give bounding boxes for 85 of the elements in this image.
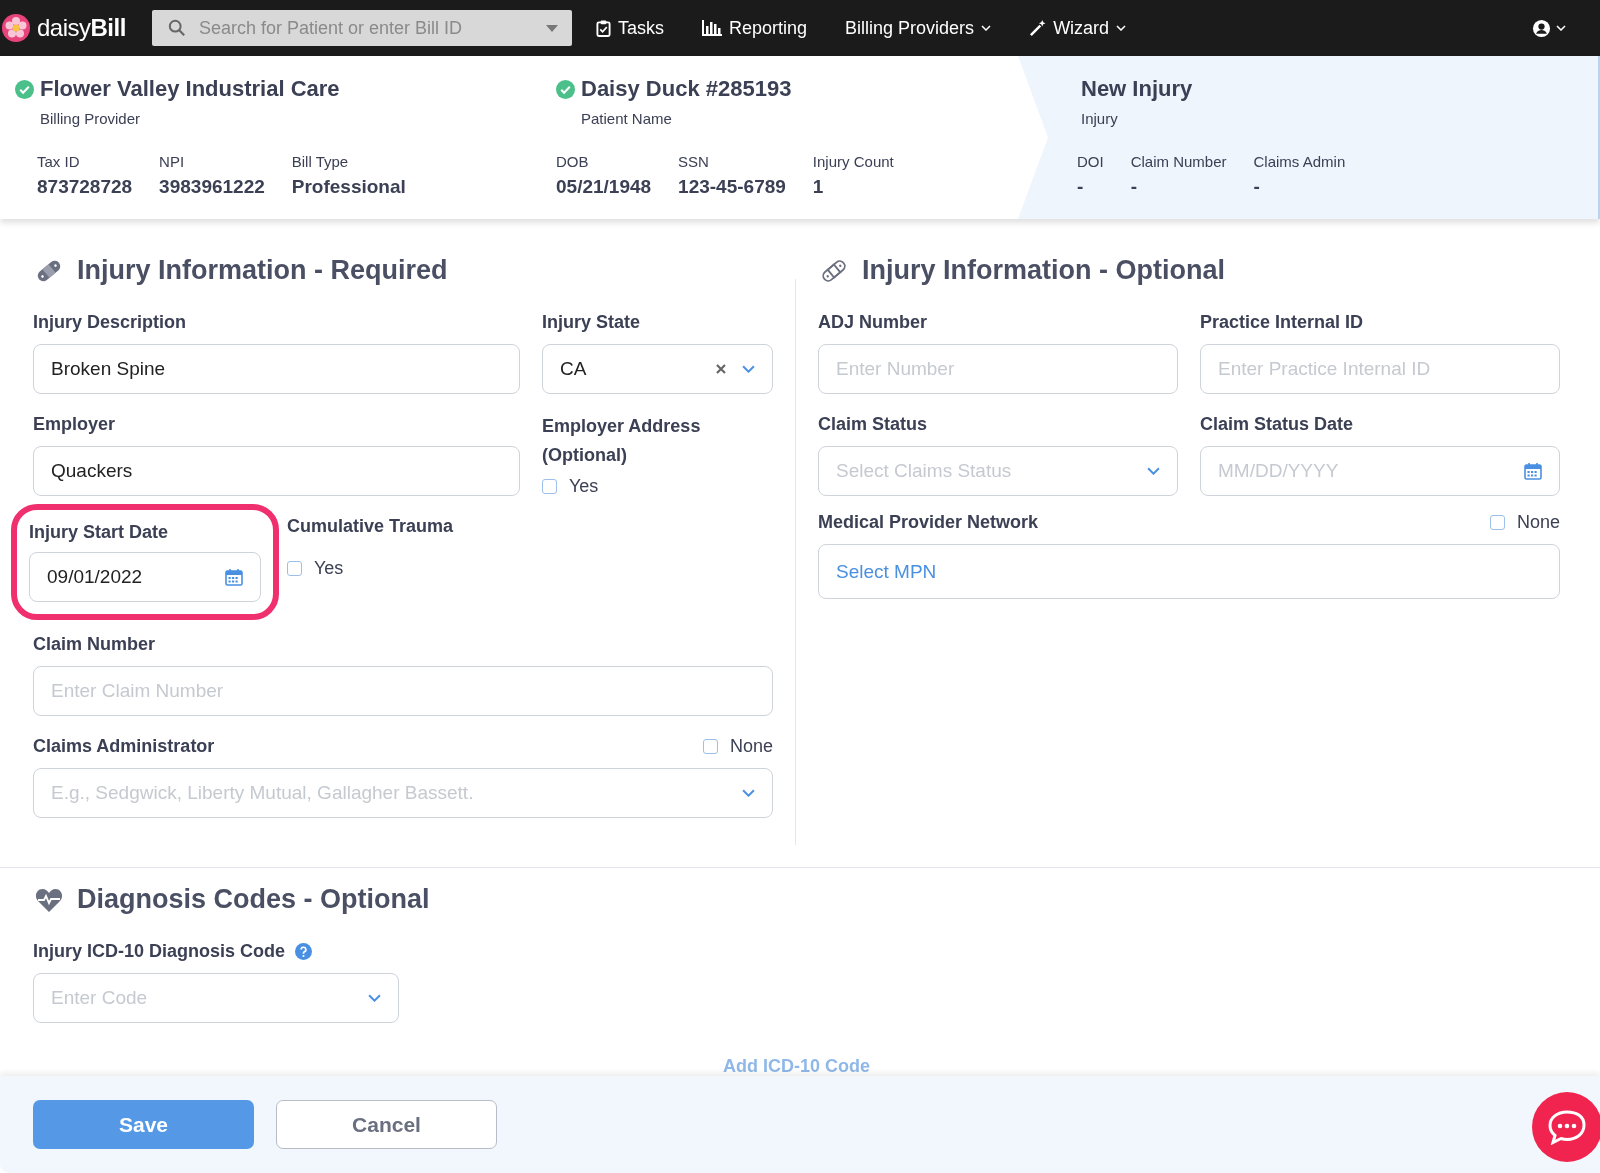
field-value: 05/21/1948	[556, 176, 652, 198]
search-icon	[168, 19, 186, 37]
field-label: Employer	[33, 413, 117, 436]
field-label: Claim Status Date	[1200, 413, 1355, 436]
dropdown-caret-icon	[546, 25, 558, 32]
field-label: Cumulative Trauma	[287, 515, 454, 538]
field-value: Professional	[291, 176, 406, 198]
chevron-down-icon	[742, 789, 755, 797]
field-label: Claim Number	[33, 633, 157, 656]
nav-link[interactable]: Wizard	[1029, 17, 1127, 39]
state-select[interactable]: CA	[542, 344, 773, 394]
chevron-down-icon	[742, 365, 755, 373]
text-field[interactable]: Broken Spine	[33, 344, 520, 394]
step-subtitle: Injury	[1081, 110, 1119, 127]
field-label: Injury Description	[33, 311, 188, 334]
calendar-icon	[225, 568, 243, 586]
chevron-down-icon	[1556, 25, 1566, 31]
field-label: Injury State	[542, 311, 642, 334]
field-label: DOB	[556, 153, 590, 170]
field-value: 3983961222	[159, 176, 265, 198]
chevron-down-icon	[1147, 467, 1160, 475]
checkbox[interactable]	[702, 738, 718, 754]
nav-link[interactable]: Billing Providers	[845, 17, 992, 39]
checkbox[interactable]	[542, 478, 557, 494]
field-label: Injury Start Date	[29, 521, 170, 544]
help-icon[interactable]	[295, 942, 313, 960]
section-title: Injury Information - Required	[77, 255, 448, 286]
field-label: Claim Status	[818, 413, 929, 436]
checkbox-label: Yes	[314, 557, 344, 580]
field-label: Claims Admin	[1253, 153, 1346, 170]
nav-link[interactable]: Tasks	[596, 17, 664, 39]
magic-wand-icon	[1029, 19, 1047, 37]
field-label: Injury ICD-10 Diagnosis Code	[33, 940, 286, 963]
text-field[interactable]: Enter Practice Internal ID	[1200, 344, 1560, 394]
flower-logo-icon	[1, 13, 31, 43]
brand-name[interactable]: daisyBill	[37, 14, 126, 42]
field-value: 1	[812, 176, 825, 198]
checkbox[interactable]	[1489, 514, 1505, 530]
checkbox[interactable]	[287, 560, 302, 576]
user-avatar-icon	[1532, 18, 1551, 38]
user-menu-button[interactable]	[1532, 18, 1566, 38]
text-field[interactable]: Enter Claim Number	[33, 666, 773, 716]
text-field[interactable]: Enter Number	[818, 344, 1178, 394]
field-label: Claims Administrator	[33, 735, 215, 758]
checkbox-label: None	[1516, 511, 1560, 534]
chevron-down-icon	[368, 994, 381, 1002]
chat-bubble-icon	[1547, 1109, 1587, 1145]
field-label: Claim Number	[1130, 153, 1227, 170]
field-label: Practice Internal ID	[1200, 311, 1365, 334]
field-value: 873728728	[37, 176, 133, 198]
field-label: Employer Address (Optional)	[542, 415, 702, 467]
calendar-icon	[1524, 462, 1542, 480]
field-label: Tax ID	[37, 153, 81, 170]
field-value: 123-45-6789	[678, 176, 786, 198]
section-title: Injury Information - Optional	[862, 255, 1225, 286]
field-value: -	[1253, 176, 1261, 198]
checkbox-label: Yes	[569, 475, 599, 498]
checkbox-label: None	[729, 735, 773, 758]
search-field[interactable]: Search for Patient or enter Bill ID	[152, 10, 572, 46]
step-title: New Injury	[1081, 76, 1193, 102]
chevron-down-icon	[1116, 25, 1127, 31]
field-label: Medical Provider Network	[818, 511, 1039, 534]
field-label: DOI	[1077, 153, 1104, 170]
field-label: NPI	[159, 153, 186, 170]
field-label: Bill Type	[291, 153, 350, 170]
chevron-down-icon	[981, 25, 992, 31]
field-label: Injury Count	[812, 153, 894, 170]
field-label: ADJ Number	[818, 311, 929, 334]
cancel-button[interactable]: Cancel	[276, 1100, 497, 1149]
breadcrumb-step[interactable]: New Injury Injury DOI - Claim Number - Claims Admin -	[1018, 56, 1600, 219]
clear-icon[interactable]	[716, 364, 726, 374]
field-value: -	[1130, 176, 1138, 198]
step-title: Daisy Duck #285193	[581, 76, 792, 102]
nav-link[interactable]: Reporting	[702, 17, 808, 39]
clipboard-check-icon	[596, 19, 611, 37]
date-field[interactable]: 09/01/2022	[29, 552, 261, 602]
text-field[interactable]: Quackers	[33, 446, 520, 496]
step-subtitle: Patient Name	[581, 110, 673, 127]
field-label: SSN	[678, 153, 710, 170]
step-title: Flower Valley Industrial Care	[40, 76, 340, 102]
step-subtitle: Billing Provider	[40, 110, 142, 127]
field-value: -	[1077, 176, 1085, 198]
bar-chart-icon	[702, 20, 722, 36]
section-title: Diagnosis Codes - Optional	[77, 884, 430, 915]
heartbeat-icon	[35, 886, 63, 913]
